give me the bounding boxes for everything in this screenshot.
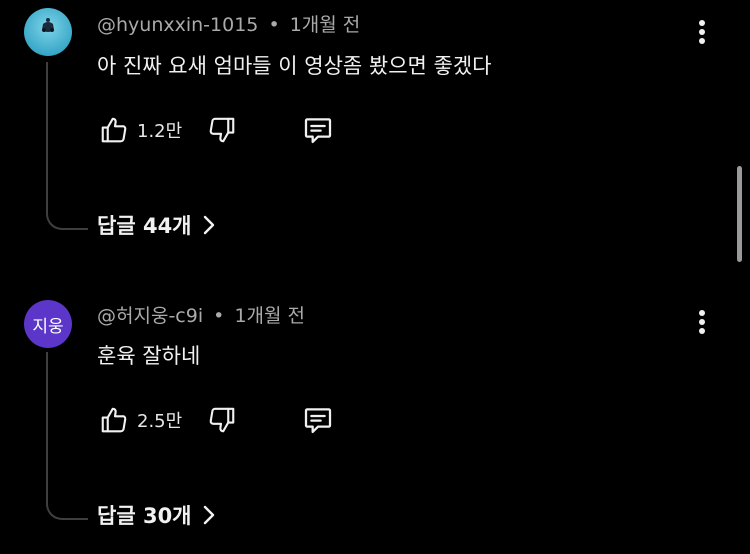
reply-button[interactable] [301,403,335,437]
meta-separator: • [268,14,280,36]
replies-label: 답글 44개 [97,214,192,238]
more-options-button[interactable] [687,305,717,339]
comment-time: 1개월 전 [289,14,361,36]
thread-line [46,352,88,520]
thumbs-up-icon [101,117,127,143]
avatar-initials: 지웅 [32,316,64,337]
more-options-button[interactable] [687,15,717,49]
chevron-right-icon [202,214,216,236]
thread-line [46,62,88,230]
comment-meta: @hyunxxin-1015 • 1개월 전 [97,10,360,37]
dislike-button[interactable] [205,403,239,437]
comment-actions: 2.5만 [97,403,335,437]
reply-icon [304,408,332,434]
avatar[interactable] [24,8,72,56]
meta-separator: • [213,305,225,327]
comment-text: 아 진짜 요새 엄마들 이 영상좀 봤으면 좋겠다 [97,54,492,78]
like-button[interactable] [97,113,131,147]
replies-toggle[interactable]: 답글 44개 [97,210,216,240]
more-vert-icon [699,310,705,334]
avatar-image [42,18,54,32]
thumbs-down-icon [209,407,235,433]
author-name[interactable]: @허지웅-c9i [97,305,203,327]
reply-icon [304,118,332,144]
scrollbar[interactable] [737,166,742,262]
comment-text: 훈육 잘하네 [97,344,201,368]
dislike-button[interactable] [205,113,239,147]
replies-toggle[interactable]: 답글 30개 [97,500,216,530]
reply-button[interactable] [301,113,335,147]
replies-label: 답글 30개 [97,504,192,528]
comment-actions: 1.2만 [97,113,335,147]
like-button[interactable] [97,403,131,437]
thumbs-down-icon [209,117,235,143]
author-name[interactable]: @hyunxxin-1015 [97,14,258,36]
avatar[interactable]: 지웅 [24,300,72,348]
comment-meta: @허지웅-c9i • 1개월 전 [97,301,305,328]
like-count: 2.5만 [137,411,183,432]
comment-time: 1개월 전 [234,305,306,327]
thumbs-up-icon [101,407,127,433]
like-count: 1.2만 [137,121,183,142]
chevron-right-icon [202,504,216,526]
more-vert-icon [699,20,705,44]
